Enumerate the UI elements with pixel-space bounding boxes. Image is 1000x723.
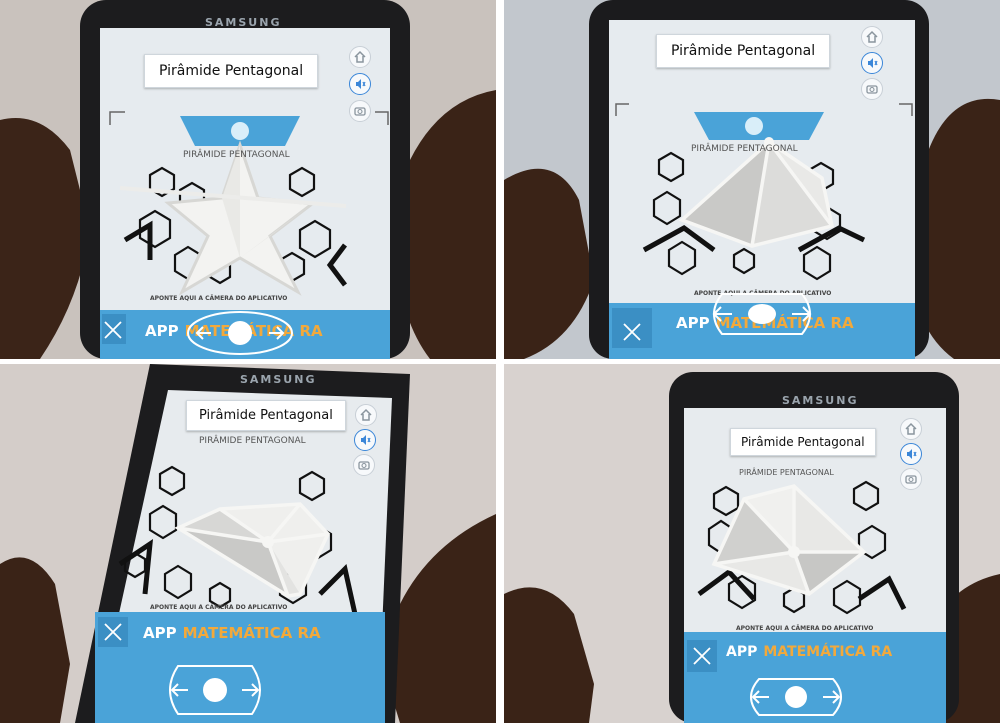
close-cross-icon[interactable] [618,318,646,346]
sound-icon [907,449,917,459]
card-instruction: APONTE AQUI A CÂMERA DO APLICATIVO [150,604,288,611]
home-button[interactable] [349,46,371,68]
center-handle [228,321,252,345]
home-icon [866,30,878,43]
shape-title: Pirâmide Pentagonal [186,400,346,431]
camera-switch-button[interactable] [861,78,883,100]
close-cross-icon[interactable] [688,642,716,670]
home-icon [354,50,366,63]
camera-switch-button[interactable] [349,100,371,122]
arrow-left-icon [170,683,188,697]
card-title: PIRÂMIDE PENTAGONAL [691,144,798,154]
arrow-right-icon [792,306,812,322]
sound-button[interactable] [349,73,371,95]
sound-button[interactable] [861,52,883,74]
app-brand: APP MATEMÁTICA RA [143,624,321,642]
photo-background [504,364,1000,723]
home-button[interactable] [900,418,922,440]
sound-button[interactable] [900,443,922,465]
photo-grid: SAMSUNG Pirâmide Pentagonal PIRÂMIDE PEN… [0,0,1000,723]
brand-app: APP [726,644,758,660]
center-handle [785,686,807,708]
close-cross-icon[interactable] [99,316,127,344]
camera-switch-button[interactable] [353,454,375,476]
brand-name: MATEMÁTICA RA [182,624,321,642]
card-title: PIRÂMIDE PENTAGONAL [183,150,290,160]
home-button[interactable] [861,26,883,48]
camera-switch-icon [866,85,878,94]
center-handle [203,678,227,702]
phone-brand-label: SAMSUNG [782,394,859,407]
sound-icon [356,79,366,89]
home-icon [360,408,372,421]
arrow-left-icon [712,306,732,322]
rotate-control[interactable] [185,310,295,356]
close-cross-icon[interactable] [99,618,127,646]
rotate-control[interactable] [702,288,822,340]
card-title: PIRÂMIDE PENTAGONAL [739,468,834,477]
brand-app: APP [143,624,177,642]
arrow-right-icon [242,683,260,697]
home-button[interactable] [355,404,377,426]
sound-icon [361,435,371,445]
rotate-control[interactable] [741,674,851,720]
arrow-right-icon [823,690,841,704]
phone-brand-label: SAMSUNG [205,16,282,29]
card-instruction: APONTE AQUI A CÂMERA DO APLICATIVO [736,625,874,632]
arrow-left-icon [751,690,769,704]
panel-bottom-left: SAMSUNG Pirâmide Pentagonal PIRÂMIDE PEN… [0,364,496,723]
brand-app: APP [145,322,179,340]
phone-brand-label: SAMSUNG [240,373,317,386]
panel-top-left: SAMSUNG Pirâmide Pentagonal PIRÂMIDE PEN… [0,0,496,359]
sound-button[interactable] [354,429,376,451]
shape-title: Pirâmide Pentagonal [656,34,831,68]
shape-title: Pirâmide Pentagonal [730,428,876,456]
sound-icon [868,58,878,68]
app-brand: APP MATEMÁTICA RA [726,644,892,660]
camera-switch-icon [354,107,366,116]
shape-title: Pirâmide Pentagonal [144,54,319,88]
card-instruction: APONTE AQUI A CÂMERA DO APLICATIVO [150,295,288,302]
camera-switch-icon [358,461,370,470]
camera-switch-icon [905,475,917,484]
center-handle [748,304,776,324]
arrow-left-icon [195,326,211,340]
rotate-control[interactable] [160,660,270,720]
card-title: PIRÂMIDE PENTAGONAL [199,436,306,446]
brand-name: MATEMÁTICA RA [763,644,893,660]
panel-top-right: Pirâmide Pentagonal PIRÂMIDE PENTAGONAL … [504,0,1000,359]
camera-switch-button[interactable] [900,468,922,490]
panel-bottom-right: SAMSUNG Pirâmide Pentagonal PIRÂMIDE PEN… [504,364,1000,723]
home-icon [905,422,917,435]
arrow-right-icon [269,326,285,340]
